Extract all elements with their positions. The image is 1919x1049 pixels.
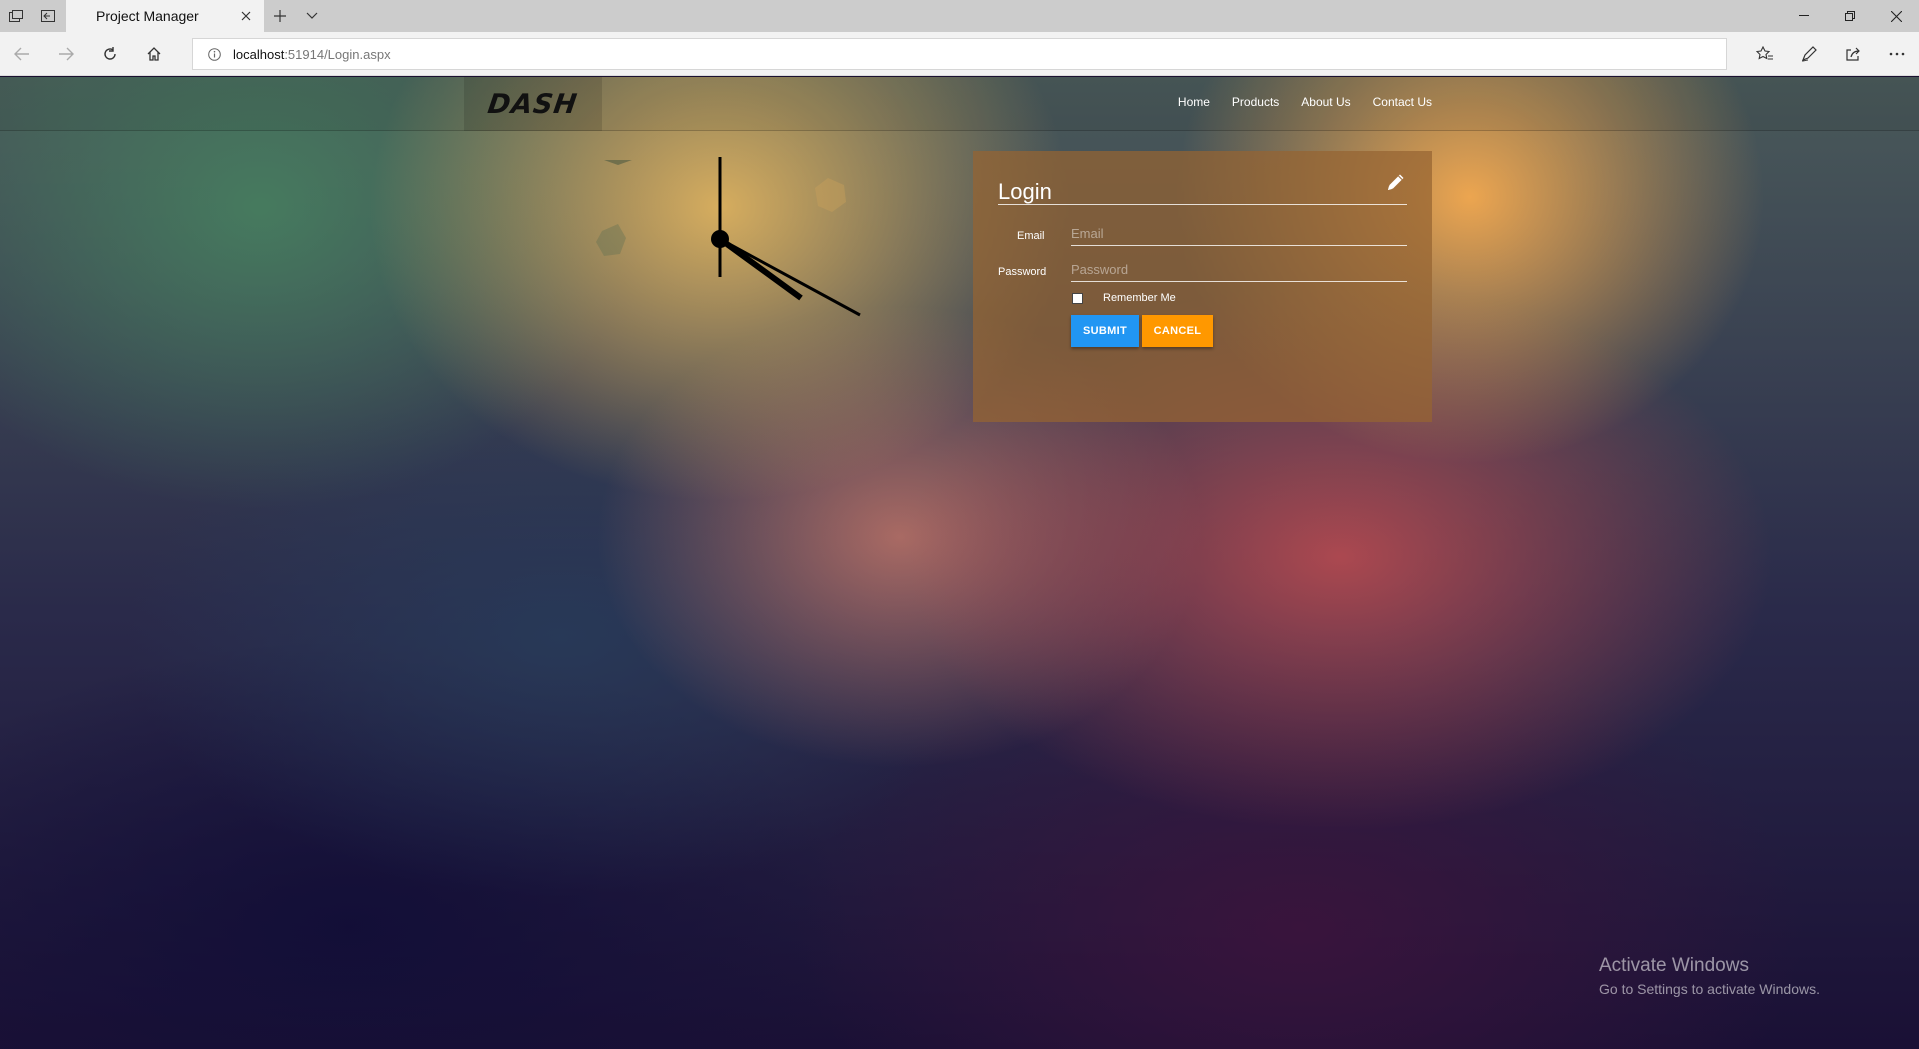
activate-windows-watermark: Activate Windows Go to Settings to activ… [1599,955,1820,997]
refresh-icon[interactable] [88,32,132,76]
email-label: Email [1017,230,1045,242]
nav-about-link[interactable]: About Us [1301,95,1350,109]
logo-text: DASH [486,88,580,120]
tab-manager-icon[interactable] [0,0,32,32]
pen-icon[interactable] [1787,32,1831,76]
forward-arrow-icon[interactable] [44,32,88,76]
home-icon[interactable] [132,32,176,76]
login-title: Login [998,179,1052,204]
browser-tab-bar: Project Manager [0,0,1919,32]
cancel-button[interactable]: CANCEL [1142,315,1213,347]
watermark-title: Activate Windows [1599,955,1749,976]
back-arrow-icon[interactable] [0,32,44,76]
submit-button[interactable]: SUBMIT [1071,315,1139,347]
clock-decoration [596,157,861,317]
clock-center [711,230,729,248]
title-divider [998,204,1407,205]
clock-minute-hand [719,237,861,317]
url-path: :51914/Login.aspx [284,46,391,62]
more-icon[interactable] [1875,32,1919,76]
hexagon-right [815,178,846,212]
restore-icon[interactable] [1827,0,1873,32]
password-label: Password [998,266,1047,278]
share-icon[interactable] [1831,32,1875,76]
close-tab-icon[interactable] [238,8,254,24]
chevron-down-icon[interactable] [296,0,328,32]
email-field[interactable] [1071,222,1407,246]
watermark-subtitle: Go to Settings to activate Windows. [1599,981,1820,997]
remember-me-checkbox[interactable] [1072,293,1083,304]
pencil-icon [1385,171,1407,193]
url-host: localhost [233,46,285,62]
site-nav: Home Products About Us Contact Us [1178,95,1432,109]
set-tabs-aside-icon[interactable] [32,0,64,32]
browser-nav-bar: localhost:51914/Login.aspx [0,32,1919,76]
remember-me-label: Remember Me [1103,292,1176,304]
close-window-icon[interactable] [1873,0,1919,32]
nav-home-link[interactable]: Home [1178,95,1210,109]
tab-title: Project Manager [96,8,199,24]
favorites-icon[interactable] [1743,32,1787,76]
triangle-decoration [604,160,632,165]
tab-project-manager[interactable]: Project Manager [66,0,264,32]
info-icon[interactable] [207,47,221,61]
page-viewport: DASH Home Products About Us Contact Us L… [0,77,1919,1049]
address-bar[interactable]: localhost:51914/Login.aspx [192,38,1727,70]
site-header: DASH Home Products About Us Contact Us [0,77,1919,131]
nav-contact-link[interactable]: Contact Us [1373,95,1432,109]
new-tab-icon[interactable] [264,0,296,32]
login-panel: Login Email Password Remember Me SUBMIT … [973,151,1432,422]
hexagon-left [596,224,626,256]
password-field[interactable] [1071,258,1407,282]
clock-hour-hand [718,236,803,301]
nav-products-link[interactable]: Products [1232,95,1279,109]
minimize-icon[interactable] [1781,0,1827,32]
